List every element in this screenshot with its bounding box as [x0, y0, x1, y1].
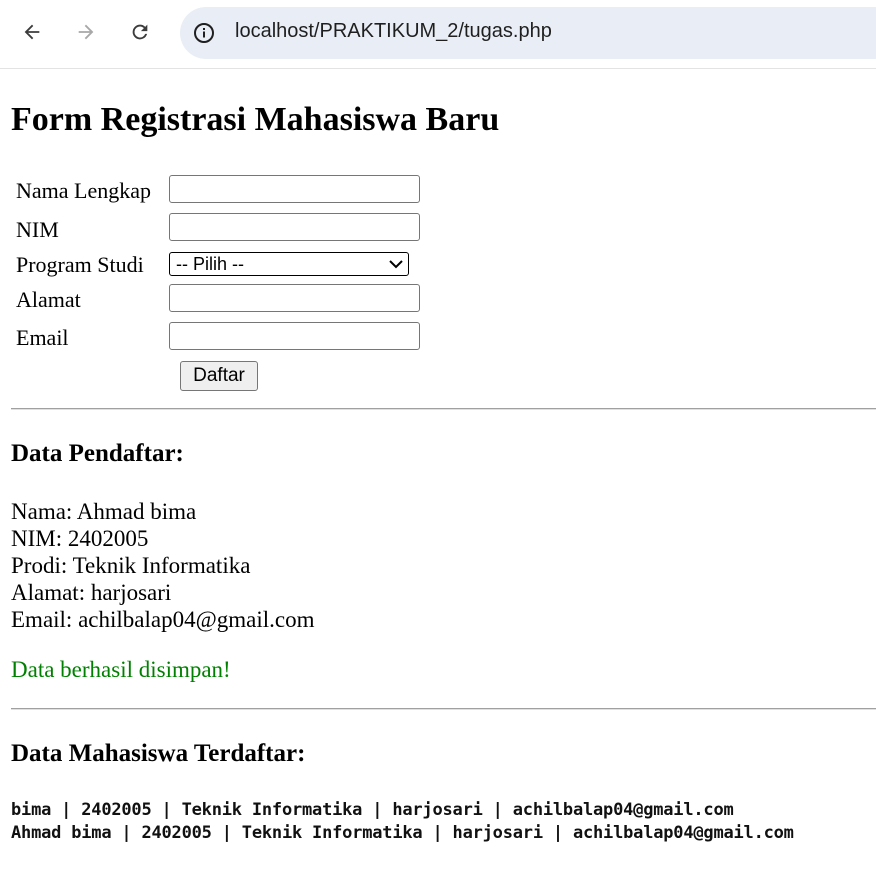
label-nama: Nama Lengkap [16, 178, 151, 203]
prodi-selected-value: -- Pilih -- [176, 254, 244, 274]
address-bar[interactable]: localhost/PRAKTIKUM_2/tugas.php [180, 7, 876, 59]
pendaftar-nama: Nama: Ahmad bima [11, 499, 197, 524]
browser-toolbar: localhost/PRAKTIKUM_2/tugas.php [0, 0, 876, 69]
list-item: bima | 2402005 | Teknik Informatika | ha… [11, 800, 734, 820]
label-email: Email [16, 325, 69, 350]
pendaftar-email: Email: achilbalap04@gmail.com [11, 607, 315, 632]
url-text: localhost/PRAKTIKUM_2/tugas.php [235, 20, 552, 42]
divider [11, 708, 876, 710]
list-item: Ahmad bima | 2402005 | Teknik Informatik… [11, 823, 794, 843]
nama-input[interactable] [169, 175, 420, 203]
label-alamat: Alamat [16, 287, 81, 312]
pendaftar-nim: NIM: 2402005 [11, 526, 149, 551]
label-nim: NIM [16, 217, 59, 242]
back-button[interactable] [14, 14, 50, 50]
pendaftar-prodi: Prodi: Teknik Informatika [11, 553, 251, 578]
nim-input[interactable] [169, 213, 420, 241]
back-arrow-icon [24, 24, 40, 40]
label-prodi: Program Studi [16, 252, 144, 277]
forward-arrow-icon [78, 24, 94, 40]
chevron-down-icon [389, 260, 403, 269]
reload-button[interactable] [122, 14, 158, 50]
site-info-icon[interactable] [192, 21, 216, 45]
pendaftar-heading: Data Pendaftar: [11, 440, 184, 467]
terdaftar-heading: Data Mahasiswa Terdaftar: [11, 740, 306, 767]
reload-icon [132, 24, 148, 40]
divider [11, 408, 876, 410]
pendaftar-alamat: Alamat: harjosari [11, 580, 172, 605]
email-input[interactable] [169, 322, 420, 350]
success-message: Data berhasil disimpan! [11, 657, 231, 682]
alamat-input[interactable] [169, 284, 420, 312]
forward-button[interactable] [68, 14, 104, 50]
page-title: Form Registrasi Mahasiswa Baru [11, 101, 500, 138]
daftar-button[interactable]: Daftar [180, 361, 258, 391]
prodi-select[interactable]: -- Pilih -- [169, 252, 409, 276]
